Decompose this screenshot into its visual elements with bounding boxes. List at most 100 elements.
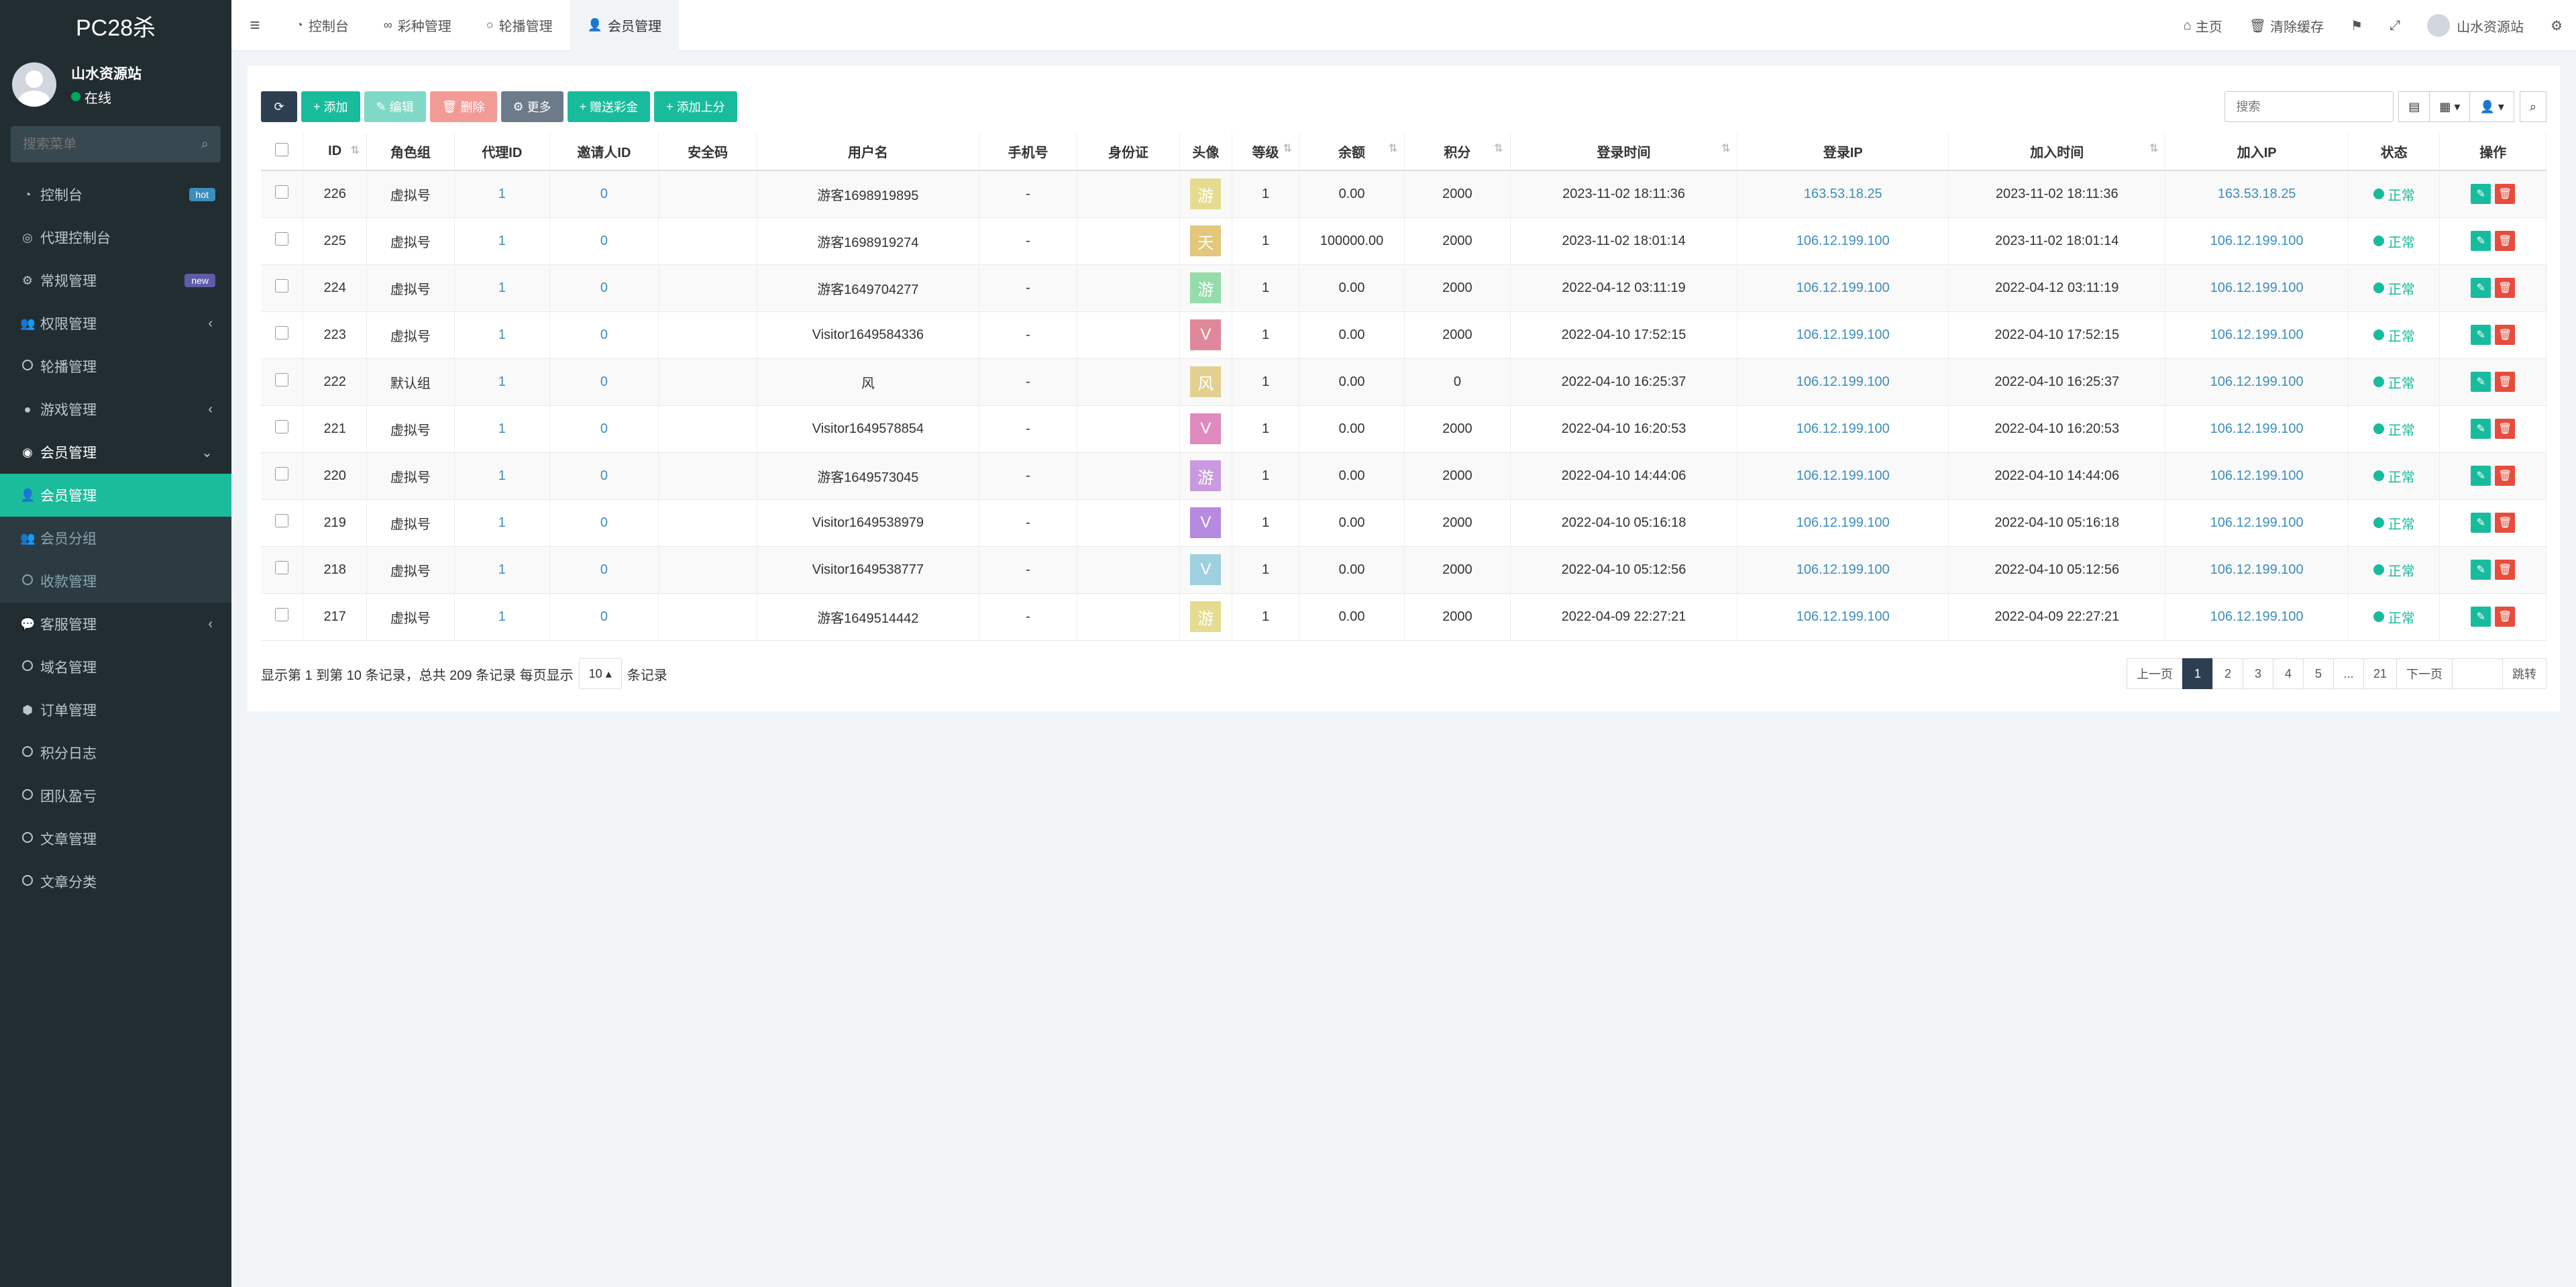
cell-link[interactable]: 106.12.199.100: [1796, 468, 1890, 483]
add-button[interactable]: + 添加: [301, 91, 360, 122]
delete-icon[interactable]: 🗑: [2495, 466, 2516, 486]
tab-1[interactable]: ∞ 彩种管理: [366, 0, 469, 51]
cell-link[interactable]: 1: [498, 234, 506, 248]
edit-icon[interactable]: ✎: [2471, 372, 2491, 392]
sidebar-item-9[interactable]: 收款管理: [0, 560, 231, 603]
edit-icon[interactable]: ✎: [2471, 419, 2491, 439]
column-header[interactable]: ID: [303, 133, 367, 171]
card-view-icon[interactable]: ▤: [2398, 91, 2430, 122]
cell-link[interactable]: 1: [498, 562, 506, 577]
delete-icon[interactable]: 🗑: [2495, 513, 2516, 533]
delete-icon[interactable]: 🗑: [2495, 278, 2516, 298]
brand-logo[interactable]: PC28杀: [0, 0, 231, 51]
sidebar-item-6[interactable]: ◉ 会员管理 ⌄: [0, 431, 231, 474]
page-button[interactable]: 5: [2302, 658, 2334, 689]
edit-icon[interactable]: ✎: [2471, 513, 2491, 533]
table-search-input[interactable]: [2224, 91, 2394, 122]
page-button[interactable]: 4: [2272, 658, 2304, 689]
column-header[interactable]: 代理ID: [454, 133, 550, 171]
cell-link[interactable]: 106.12.199.100: [2210, 374, 2304, 389]
sidebar-item-1[interactable]: ◎ 代理控制台: [0, 216, 231, 259]
refresh-button[interactable]: ⟳: [261, 91, 297, 122]
row-checkbox[interactable]: [275, 467, 289, 480]
status-badge[interactable]: 正常: [2373, 560, 2415, 580]
status-badge[interactable]: 正常: [2373, 513, 2415, 533]
row-checkbox[interactable]: [275, 561, 289, 574]
status-badge[interactable]: 正常: [2373, 185, 2415, 204]
gift-bonus-button[interactable]: + 赠送彩金: [567, 91, 651, 122]
cell-link[interactable]: 1: [498, 609, 506, 624]
row-checkbox[interactable]: [275, 326, 289, 340]
jump-button[interactable]: 跳转: [2502, 658, 2546, 689]
delete-icon[interactable]: 🗑: [2495, 231, 2516, 251]
sidebar-item-0[interactable]: ◔ 控制台 hot: [0, 173, 231, 216]
cell-link[interactable]: 0: [600, 187, 608, 201]
cell-link[interactable]: 106.12.199.100: [2210, 234, 2304, 248]
column-header[interactable]: 安全码: [658, 133, 758, 171]
page-button[interactable]: 21: [2363, 658, 2397, 689]
cell-link[interactable]: 163.53.18.25: [2218, 187, 2296, 201]
cell-link[interactable]: 106.12.199.100: [2210, 421, 2304, 436]
fullscreen-icon[interactable]: ⤢: [2376, 18, 2414, 34]
column-header[interactable]: 余额: [1299, 133, 1405, 171]
cell-link[interactable]: 106.12.199.100: [1796, 374, 1890, 389]
sidebar-item-12[interactable]: ⬢ 订单管理: [0, 688, 231, 731]
cell-link[interactable]: 0: [600, 515, 608, 530]
row-checkbox[interactable]: [275, 232, 289, 246]
sidebar-item-14[interactable]: 团队盈亏: [0, 774, 231, 817]
sidebar-item-5[interactable]: ● 游戏管理 ‹: [0, 388, 231, 431]
add-score-button[interactable]: + 添加上分: [654, 91, 737, 122]
export-icon[interactable]: 👤 ▾: [2469, 91, 2514, 122]
sidebar-item-10[interactable]: 💬 客服管理 ‹: [0, 603, 231, 646]
sidebar-item-3[interactable]: 👥 权限管理 ‹: [0, 302, 231, 345]
columns-toggle-icon[interactable]: ▦ ▾: [2429, 91, 2471, 122]
tab-3[interactable]: 👤 会员管理: [570, 0, 680, 51]
row-checkbox[interactable]: [275, 420, 289, 433]
column-header[interactable]: 加入IP: [2165, 133, 2349, 171]
cell-link[interactable]: 106.12.199.100: [2210, 562, 2304, 577]
cell-link[interactable]: 106.12.199.100: [1796, 280, 1890, 295]
cell-link[interactable]: 1: [498, 468, 506, 483]
jump-page-input[interactable]: [2452, 658, 2503, 689]
menu-toggle-icon[interactable]: ≡: [231, 0, 278, 51]
page-button[interactable]: 2: [2212, 658, 2243, 689]
cell-link[interactable]: 1: [498, 187, 506, 201]
cell-link[interactable]: 106.12.199.100: [1796, 234, 1890, 248]
column-header[interactable]: 角色组: [366, 133, 455, 171]
delete-icon[interactable]: 🗑: [2495, 560, 2516, 580]
status-badge[interactable]: 正常: [2373, 607, 2415, 627]
edit-icon[interactable]: ✎: [2471, 231, 2491, 251]
cell-link[interactable]: 106.12.199.100: [2210, 609, 2304, 624]
status-badge[interactable]: 正常: [2373, 372, 2415, 392]
select-all-checkbox[interactable]: [275, 142, 289, 156]
clear-cache-link[interactable]: 🗑 清除缓存: [2236, 16, 2337, 36]
cell-link[interactable]: 163.53.18.25: [1804, 187, 1882, 201]
column-header[interactable]: 用户名: [757, 133, 979, 171]
delete-icon[interactable]: 🗑: [2495, 325, 2516, 345]
cell-link[interactable]: 106.12.199.100: [2210, 515, 2304, 530]
status-badge[interactable]: 正常: [2373, 325, 2415, 345]
home-link[interactable]: ⌂ 主页: [2170, 16, 2236, 36]
delete-icon[interactable]: 🗑: [2495, 372, 2516, 392]
row-checkbox[interactable]: [275, 185, 289, 199]
edit-icon[interactable]: ✎: [2471, 278, 2491, 298]
column-header[interactable]: 操作: [2439, 133, 2546, 171]
edit-button[interactable]: ✎ 编辑: [364, 91, 426, 122]
sidebar-item-15[interactable]: 文章管理: [0, 817, 231, 860]
search-icon[interactable]: ⌕: [201, 137, 209, 152]
page-size-select[interactable]: 10 ▴: [578, 658, 622, 689]
cell-link[interactable]: 0: [600, 421, 608, 436]
cell-link[interactable]: 1: [498, 327, 506, 342]
sidebar-item-13[interactable]: 积分日志: [0, 731, 231, 774]
sidebar-item-7[interactable]: 👤 会员管理: [0, 474, 231, 517]
status-badge[interactable]: 正常: [2373, 278, 2415, 298]
cell-link[interactable]: 106.12.199.100: [1796, 327, 1890, 342]
edit-icon[interactable]: ✎: [2471, 184, 2491, 205]
row-checkbox[interactable]: [275, 373, 289, 387]
column-header[interactable]: 手机号: [979, 133, 1078, 171]
column-header[interactable]: 状态: [2348, 133, 2440, 171]
column-header[interactable]: 头像: [1179, 133, 1233, 171]
cell-link[interactable]: 1: [498, 421, 506, 436]
row-checkbox[interactable]: [275, 608, 289, 621]
tab-0[interactable]: ◔ 控制台: [278, 0, 366, 51]
